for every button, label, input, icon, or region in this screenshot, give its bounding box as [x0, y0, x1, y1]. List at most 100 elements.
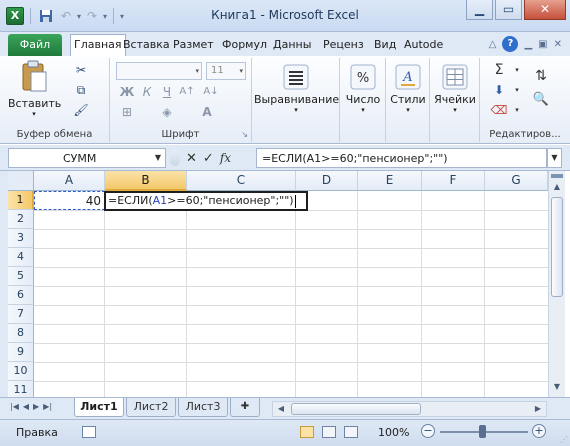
- horizontal-scroll-thumb[interactable]: [291, 403, 421, 415]
- macro-record-icon[interactable]: [82, 426, 96, 438]
- split-handle[interactable]: [551, 174, 563, 178]
- format-painter-icon[interactable]: 🖌: [72, 102, 90, 118]
- scroll-left-icon[interactable]: ◀: [273, 402, 289, 416]
- cancel-formula-icon[interactable]: ✕: [186, 151, 197, 166]
- borders-icon[interactable]: ⊞: [118, 104, 136, 120]
- insert-sheet-icon[interactable]: ✚: [230, 398, 260, 417]
- sheet-tab-3[interactable]: Лист3: [178, 398, 228, 417]
- bold-button[interactable]: Ж: [118, 84, 136, 100]
- clear-icon[interactable]: ⌫: [490, 102, 508, 118]
- font-color-icon[interactable]: A: [198, 104, 216, 120]
- tab-review[interactable]: Реценз: [320, 36, 367, 56]
- column-header-e[interactable]: E: [358, 171, 422, 191]
- row-header-5[interactable]: 5: [8, 267, 34, 286]
- fill-color-icon[interactable]: ◈: [158, 104, 176, 120]
- row-header-2[interactable]: 2: [8, 210, 34, 229]
- column-header-f[interactable]: F: [422, 171, 485, 191]
- font-size-select[interactable]: 11 ▾: [206, 62, 246, 80]
- prev-sheet-icon[interactable]: ◀: [23, 402, 29, 411]
- autosum-icon[interactable]: Σ: [490, 62, 508, 78]
- tab-file[interactable]: Файл: [8, 34, 62, 56]
- column-header-c[interactable]: C: [187, 171, 296, 191]
- cut-icon[interactable]: ✂: [72, 62, 90, 78]
- formula-bar-grip[interactable]: [170, 150, 180, 166]
- sheet-tab-1[interactable]: Лист1: [74, 398, 124, 417]
- italic-button[interactable]: К: [138, 84, 156, 100]
- number-button[interactable]: % Число ▾: [342, 64, 384, 114]
- row-header-11[interactable]: 11: [8, 381, 34, 397]
- tab-page-layout[interactable]: Размет: [170, 36, 217, 56]
- zoom-level[interactable]: 100%: [378, 426, 409, 439]
- tab-autodesk[interactable]: Autode: [401, 36, 446, 56]
- zoom-in-icon[interactable]: +: [532, 424, 546, 438]
- scroll-right-icon[interactable]: ▶: [530, 402, 546, 416]
- scroll-up-icon[interactable]: ▲: [549, 179, 565, 195]
- sheet-tab-2[interactable]: Лист2: [126, 398, 176, 417]
- column-header-b[interactable]: B: [105, 171, 187, 191]
- fill-icon[interactable]: ⬇: [490, 82, 508, 98]
- autosum-dropdown-icon[interactable]: ▾: [508, 62, 526, 78]
- zoom-out-icon[interactable]: −: [421, 424, 435, 438]
- doc-restore-icon[interactable]: ▣: [538, 39, 547, 50]
- vertical-scrollbar[interactable]: ▲ ▼: [548, 171, 565, 397]
- column-header-a[interactable]: A: [34, 171, 105, 191]
- clear-dropdown-icon[interactable]: ▾: [508, 102, 526, 118]
- tab-insert[interactable]: Вставка: [120, 36, 173, 56]
- name-box[interactable]: СУММ ▼: [8, 148, 166, 168]
- tab-data[interactable]: Данны: [270, 36, 314, 56]
- styles-button[interactable]: A Стили ▾: [388, 64, 428, 114]
- formula-input[interactable]: =ЕСЛИ(A1>=60;"пенсионер";""): [256, 148, 547, 168]
- row-header-8[interactable]: 8: [8, 324, 34, 343]
- underline-button[interactable]: Ч: [158, 84, 176, 100]
- page-layout-view-icon[interactable]: [322, 426, 336, 438]
- grow-font-icon[interactable]: A↑: [178, 84, 196, 100]
- row-header-7[interactable]: 7: [8, 305, 34, 324]
- minimize-button[interactable]: ▁: [466, 0, 493, 20]
- column-header-g[interactable]: G: [485, 171, 548, 191]
- cell-b1-editing[interactable]: =ЕСЛИ(A1>=60;"пенсионер";""): [104, 191, 308, 211]
- first-sheet-icon[interactable]: |◀: [10, 402, 19, 411]
- sort-filter-icon[interactable]: ⇅: [532, 68, 550, 84]
- horizontal-scrollbar[interactable]: ◀ ▶: [272, 401, 547, 417]
- vertical-scroll-thumb[interactable]: [551, 197, 563, 297]
- alignment-button[interactable]: Выравнивание ▾: [254, 64, 339, 114]
- row-header-10[interactable]: 10: [8, 362, 34, 381]
- cells-button[interactable]: Ячейки ▾: [432, 64, 478, 114]
- next-sheet-icon[interactable]: ▶: [33, 402, 39, 411]
- copy-icon[interactable]: ⧉: [72, 82, 90, 98]
- paste-button[interactable]: Вставить ▾: [8, 60, 61, 118]
- font-name-select[interactable]: ▾: [116, 62, 202, 80]
- zoom-slider-handle[interactable]: [479, 425, 486, 438]
- select-all-corner[interactable]: [8, 171, 34, 191]
- last-sheet-icon[interactable]: ▶|: [43, 402, 52, 411]
- shrink-font-icon[interactable]: A↓: [202, 84, 220, 100]
- resize-grip-icon[interactable]: ⋰: [560, 435, 568, 444]
- worksheet-grid[interactable]: A B C D E F G 1 2 3 4 5 6 7 8 9 10 11 40…: [0, 171, 548, 397]
- find-select-icon[interactable]: 🔍: [532, 92, 550, 108]
- page-break-view-icon[interactable]: [344, 426, 358, 438]
- row-header-3[interactable]: 3: [8, 229, 34, 248]
- insert-function-icon[interactable]: fx: [220, 151, 231, 165]
- column-header-d[interactable]: D: [296, 171, 358, 191]
- tab-view[interactable]: Вид: [371, 36, 399, 56]
- tab-formulas[interactable]: Формул: [219, 36, 270, 56]
- enter-formula-icon[interactable]: ✓: [203, 151, 214, 166]
- row-header-1[interactable]: 1: [8, 191, 34, 210]
- font-dialog-launcher-icon[interactable]: ↘: [241, 130, 248, 139]
- normal-view-icon[interactable]: [300, 426, 314, 438]
- doc-close-icon[interactable]: ✕: [554, 39, 562, 50]
- row-header-9[interactable]: 9: [8, 343, 34, 362]
- close-button[interactable]: ✕: [524, 0, 566, 20]
- fill-dropdown-icon[interactable]: ▾: [508, 82, 526, 98]
- maximize-button[interactable]: ▭: [495, 0, 522, 20]
- tab-home[interactable]: Главная: [70, 34, 126, 56]
- name-box-dropdown-icon[interactable]: ▼: [155, 153, 161, 162]
- scroll-down-icon[interactable]: ▼: [549, 379, 565, 395]
- row-header-4[interactable]: 4: [8, 248, 34, 267]
- doc-minimize-icon[interactable]: ▁: [524, 39, 532, 50]
- cell-a1[interactable]: 40: [34, 191, 105, 210]
- help-icon[interactable]: ?: [502, 36, 519, 52]
- minimize-ribbon-icon[interactable]: △: [489, 39, 497, 50]
- row-header-6[interactable]: 6: [8, 286, 34, 305]
- paste-dropdown-icon[interactable]: ▾: [8, 110, 60, 118]
